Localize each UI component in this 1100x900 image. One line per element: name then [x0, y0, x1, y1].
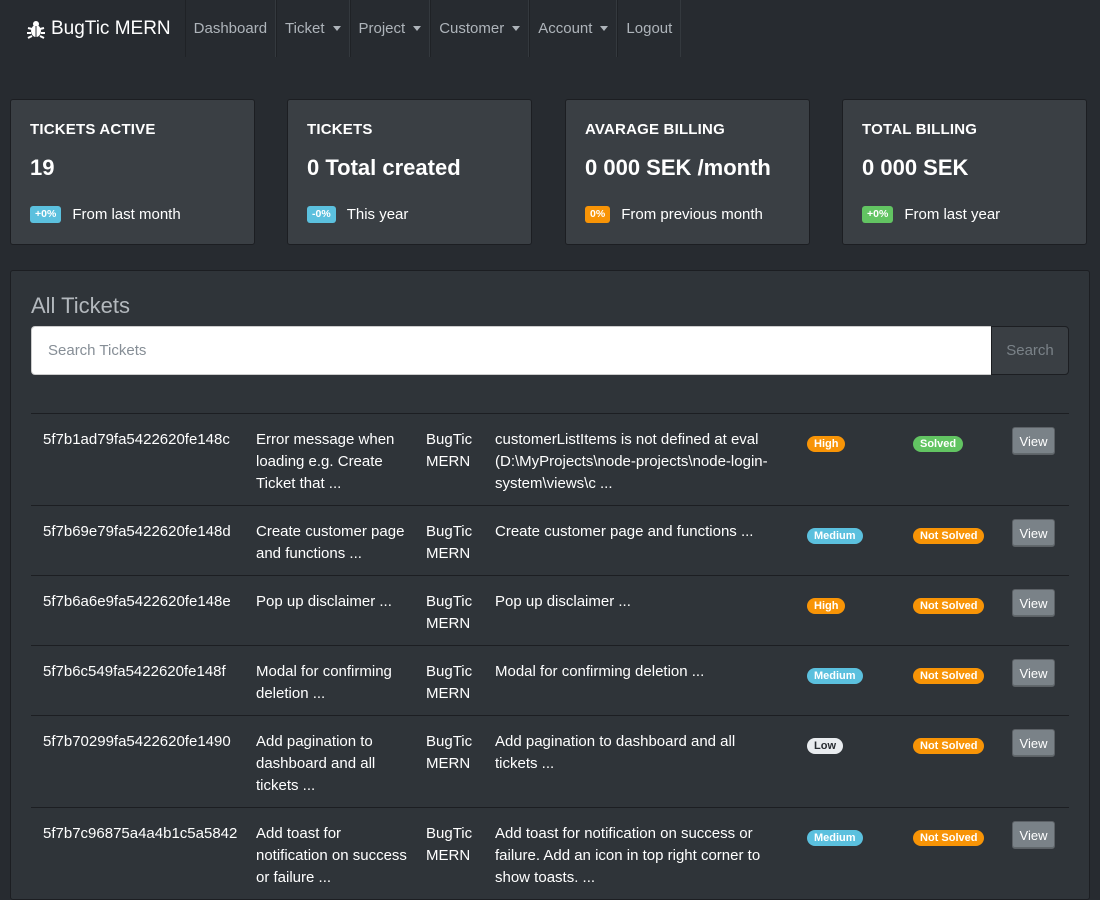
- stat-card-tickets: TICKETS 0 Total created -0% This year: [287, 99, 532, 245]
- stat-badge: -0%: [307, 206, 336, 223]
- stat-card-tickets-active: TICKETS ACTIVE 19 +0% From last month: [10, 99, 255, 245]
- search-input[interactable]: [31, 326, 991, 375]
- ticket-id: 5f7b6c549fa5422620fe148f: [43, 663, 226, 680]
- ticket-description: customerListItems is not defined at eval…: [495, 431, 768, 492]
- stat-badge: +0%: [862, 206, 894, 223]
- search-button[interactable]: Search: [991, 326, 1069, 375]
- stat-title: TICKETS: [307, 121, 373, 138]
- ticket-id: 5f7b70299fa5422620fe1490: [43, 733, 231, 750]
- priority-badge: Medium: [807, 528, 863, 544]
- ticket-title: Add toast for notification on success or…: [256, 825, 407, 886]
- stat-caption: This year: [346, 206, 409, 223]
- nav-logout[interactable]: Logout: [617, 0, 682, 57]
- stat-value: 19: [30, 155, 55, 180]
- table-row: 5f7b1ad79fa5422620fe148c Error message w…: [31, 413, 1069, 505]
- stat-value: 0 000 SEK /month: [585, 155, 771, 180]
- ticket-project: BugTic MERN: [426, 523, 473, 562]
- bug-icon: [27, 20, 45, 39]
- brand-link[interactable]: BugTic MERN: [0, 0, 185, 57]
- table-row: 5f7b70299fa5422620fe1490 Add pagination …: [31, 715, 1069, 807]
- status-badge: Not Solved: [913, 830, 985, 846]
- status-badge: Not Solved: [913, 598, 985, 614]
- stat-caption: From last month: [72, 206, 181, 223]
- stat-value: 0 000 SEK: [862, 155, 969, 180]
- ticket-id: 5f7b1ad79fa5422620fe148c: [43, 431, 230, 448]
- ticket-id: 5f7b6a6e9fa5422620fe148e: [43, 593, 231, 610]
- ticket-description: Modal for confirming deletion ...: [495, 663, 705, 680]
- ticket-title: Create customer page and functions ...: [256, 523, 405, 562]
- panel-title: All Tickets: [31, 293, 131, 318]
- table-row: 5f7b6c549fa5422620fe148f Modal for confi…: [31, 645, 1069, 715]
- stat-badge: 0%: [585, 206, 611, 223]
- priority-badge: High: [807, 436, 846, 452]
- view-button[interactable]: View: [1012, 427, 1055, 455]
- ticket-id: 5f7b69e79fa5422620fe148d: [43, 523, 231, 540]
- brand-name: BugTic MERN: [51, 17, 171, 39]
- view-button[interactable]: View: [1012, 589, 1055, 617]
- ticket-project: BugTic MERN: [426, 431, 473, 470]
- ticket-project: BugTic MERN: [426, 733, 473, 772]
- nav-label: Dashboard: [193, 20, 268, 37]
- stat-caption: From last year: [904, 206, 1001, 223]
- nav-label: Customer: [439, 20, 505, 37]
- navbar: BugTic MERN Dashboard Ticket Project Cus…: [0, 0, 1100, 57]
- table-row: 5f7b7c96875a4a4b1c5a5842 Add toast for n…: [31, 807, 1069, 899]
- tickets-table: 5f7b1ad79fa5422620fe148c Error message w…: [31, 413, 1069, 899]
- stat-card-average-billing: AVARAGE BILLING 0 000 SEK /month 0% From …: [565, 99, 810, 245]
- nav-account[interactable]: Account: [529, 0, 618, 57]
- ticket-project: BugTic MERN: [426, 593, 473, 632]
- status-badge: Not Solved: [913, 738, 985, 754]
- nav-label: Logout: [626, 20, 673, 37]
- stat-title: AVARAGE BILLING: [585, 121, 725, 138]
- nav-label: Ticket: [285, 20, 325, 37]
- ticket-project: BugTic MERN: [426, 663, 473, 702]
- ticket-title: Add pagination to dashboard and all tick…: [256, 733, 376, 794]
- nav-customer[interactable]: Customer: [430, 0, 530, 57]
- ticket-description: Add pagination to dashboard and all tick…: [495, 733, 736, 772]
- ticket-description: Create customer page and functions ...: [495, 523, 754, 540]
- status-badge: Solved: [913, 436, 964, 452]
- stat-title: TICKETS ACTIVE: [30, 121, 156, 138]
- stat-title: TOTAL BILLING: [862, 121, 978, 138]
- view-button[interactable]: View: [1012, 659, 1055, 687]
- chevron-down-icon: [413, 26, 422, 31]
- chevron-down-icon: [512, 26, 521, 31]
- ticket-title: Pop up disclaimer ...: [256, 593, 392, 610]
- table-row: 5f7b6a6e9fa5422620fe148e Pop up disclaim…: [31, 575, 1069, 645]
- view-button[interactable]: View: [1012, 821, 1055, 849]
- ticket-description: Pop up disclaimer ...: [495, 593, 631, 610]
- nav-ticket[interactable]: Ticket: [276, 0, 350, 57]
- nav-dashboard[interactable]: Dashboard: [184, 0, 277, 57]
- nav-label: Account: [538, 20, 593, 37]
- stat-badge: +0%: [30, 206, 62, 223]
- view-button[interactable]: View: [1012, 729, 1055, 757]
- tickets-panel: All Tickets Search 5f7b1ad79fa5422620fe1…: [10, 270, 1090, 900]
- ticket-title: Error message when loading e.g. Create T…: [256, 431, 395, 492]
- status-badge: Not Solved: [913, 668, 985, 684]
- stats-cards: TICKETS ACTIVE 19 +0% From last month TIC…: [10, 99, 1090, 248]
- chevron-down-icon: [332, 26, 341, 31]
- priority-badge: Medium: [807, 668, 863, 684]
- nav-project[interactable]: Project: [349, 0, 431, 57]
- ticket-description: Add toast for notification on success or…: [495, 825, 761, 886]
- table-row: 5f7b69e79fa5422620fe148d Create customer…: [31, 505, 1069, 575]
- search-bar: Search: [31, 326, 1069, 375]
- ticket-id: 5f7b7c96875a4a4b1c5a5842: [43, 825, 238, 842]
- stat-caption: From previous month: [621, 206, 763, 223]
- nav-label: Project: [358, 20, 406, 37]
- priority-badge: Medium: [807, 830, 863, 846]
- ticket-project: BugTic MERN: [426, 825, 473, 864]
- ticket-title: Modal for confirming deletion ...: [256, 663, 392, 702]
- stat-value: 0 Total created: [307, 155, 461, 180]
- chevron-down-icon: [600, 26, 609, 31]
- priority-badge: High: [807, 598, 846, 614]
- status-badge: Not Solved: [913, 528, 985, 544]
- view-button[interactable]: View: [1012, 519, 1055, 547]
- stat-card-total-billing: TOTAL BILLING 0 000 SEK +0% From last yea…: [842, 99, 1087, 245]
- priority-badge: Low: [807, 738, 843, 754]
